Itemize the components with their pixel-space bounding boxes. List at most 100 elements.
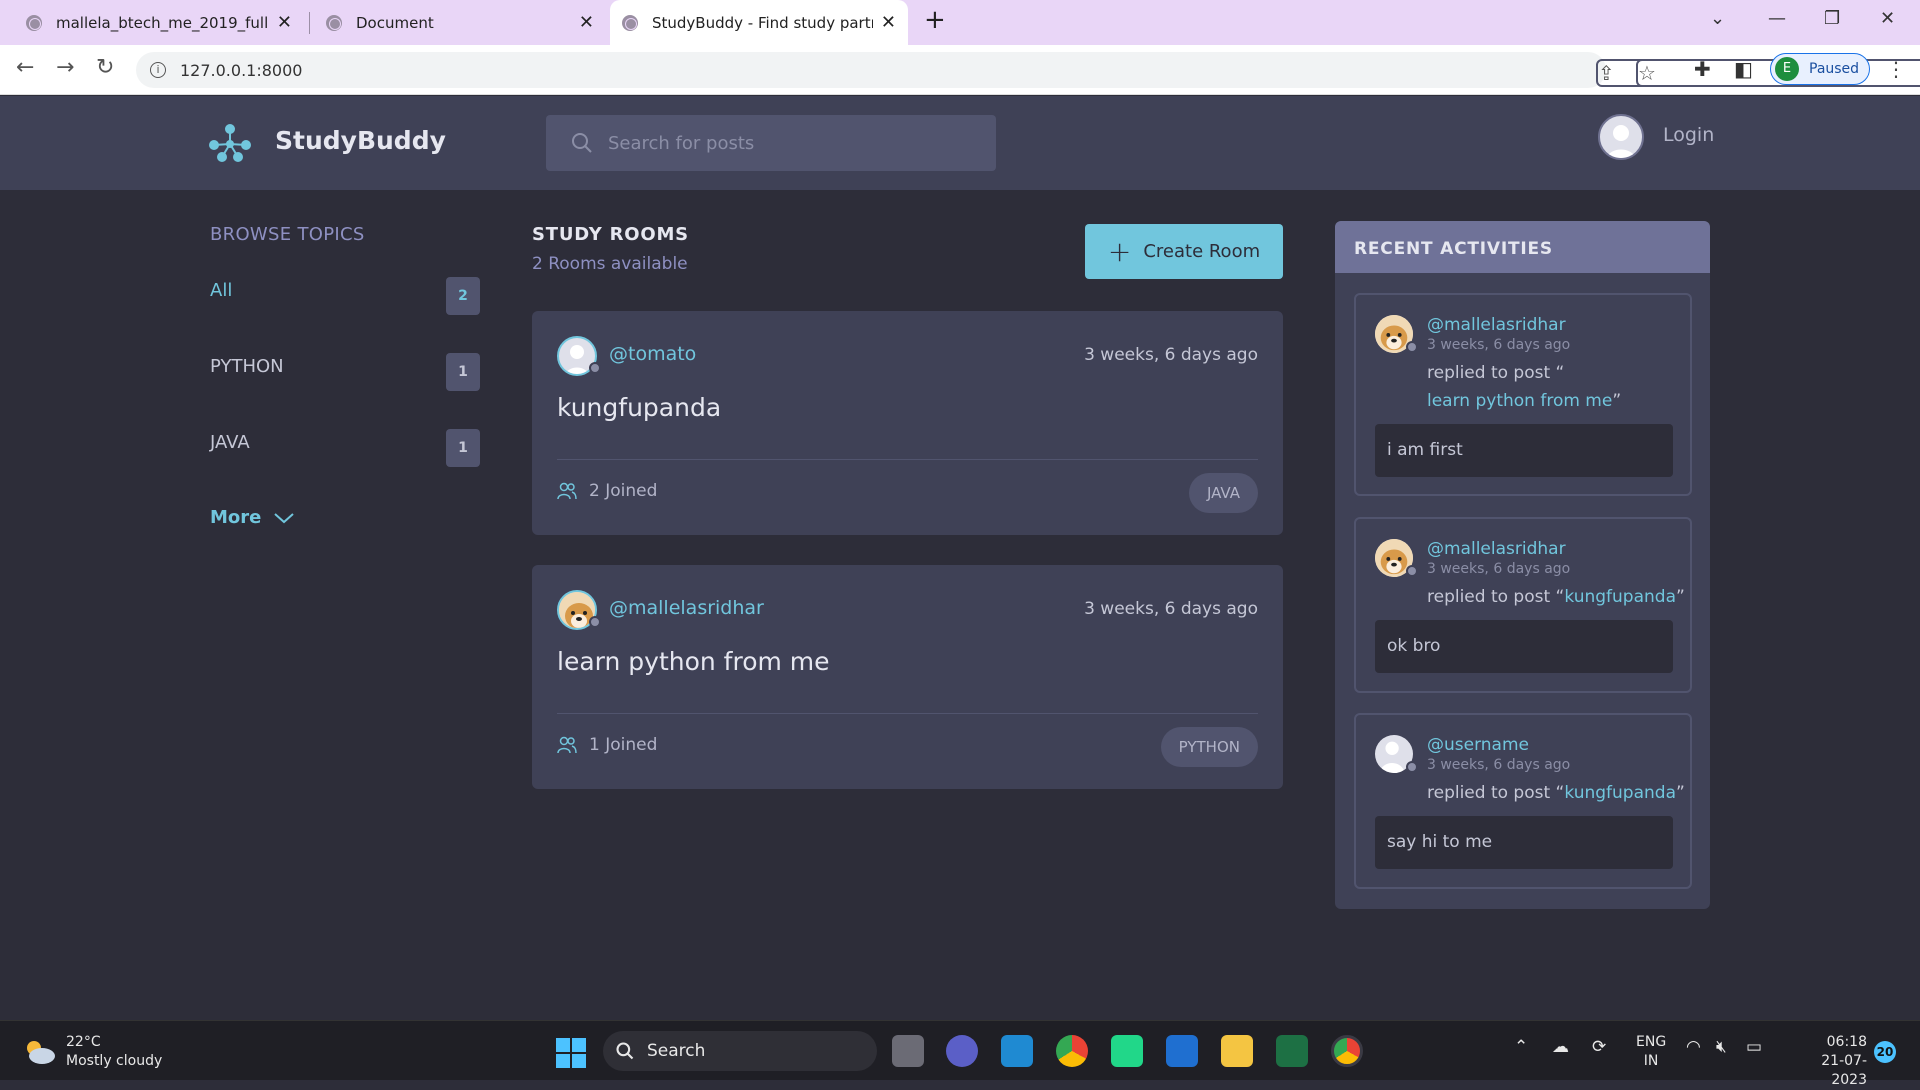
activity-post-link[interactable]: learn python from me <box>1427 391 1612 411</box>
room-host[interactable]: @tomato <box>609 343 696 365</box>
new-tab-button[interactable]: + <box>924 5 946 35</box>
weather-condition: Mostly cloudy <box>66 1053 163 1069</box>
room-topic-tag[interactable]: JAVA <box>1188 473 1258 513</box>
profile-status: Paused <box>1809 61 1860 77</box>
chrome-profile-icon[interactable] <box>1331 1035 1363 1067</box>
activity-item: @mallelasridhar 3 weeks, 6 days ago repl… <box>1354 517 1692 693</box>
room-time: 3 weeks, 6 days ago <box>1084 599 1258 619</box>
room-name[interactable]: learn python from me <box>557 647 830 676</box>
weather-widget[interactable]: 22°C Mostly cloudy <box>22 1033 162 1071</box>
side-panel-icon[interactable]: ◧ <box>1734 57 1753 81</box>
activity-suffix: ” <box>1612 391 1622 411</box>
globe-icon <box>26 14 42 31</box>
studybuddy-logo-icon[interactable] <box>208 123 252 163</box>
battery-icon[interactable]: ▭ <box>1746 1037 1762 1057</box>
tab-title: mallela_btech_me_2019_fullstack <box>56 13 269 32</box>
cloudy-weather-icon <box>27 1041 55 1064</box>
brand-name[interactable]: StudyBuddy <box>275 126 446 155</box>
activity-item: @username 3 weeks, 6 days ago replied to… <box>1354 713 1692 889</box>
activity-post-link[interactable]: kungfupanda <box>1564 587 1676 607</box>
status-dot <box>1406 341 1418 353</box>
tab-search-chevron-icon[interactable]: ⌄ <box>1710 8 1725 29</box>
topic-item-java[interactable]: JAVA 1 <box>210 426 480 467</box>
topic-label: All <box>210 280 233 301</box>
teams-chat-icon[interactable] <box>946 1035 978 1067</box>
activity-prefix: replied to post “ <box>1427 783 1565 803</box>
tray-chevron-up-icon[interactable]: ⌃ <box>1514 1037 1528 1057</box>
browser-toolbar: ← → ↻ i 127.0.0.1:8000 ⇪ ☆ ✚ ◧ E Paused … <box>0 45 1920 95</box>
mysql-workbench-icon[interactable] <box>1166 1035 1198 1067</box>
activity-user[interactable]: @mallelasridhar <box>1427 315 1566 335</box>
room-name[interactable]: kungfupanda <box>557 393 721 422</box>
browse-topics-title: BROWSE TOPICS <box>210 224 365 245</box>
topic-label: PYTHON <box>210 356 284 377</box>
activity-message: ok bro <box>1375 620 1673 673</box>
close-tab-icon[interactable]: ✕ <box>881 12 896 33</box>
language-indicator[interactable]: ENG IN <box>1636 1033 1666 1071</box>
activity-time: 3 weeks, 6 days ago <box>1427 561 1571 577</box>
activity-user[interactable]: @username <box>1427 735 1529 755</box>
sync-icon[interactable]: ⟳ <box>1592 1037 1606 1057</box>
menu-kebab-icon[interactable]: ⋮ <box>1886 57 1906 81</box>
topic-label: JAVA <box>210 432 250 453</box>
avatar[interactable] <box>1598 114 1644 160</box>
room-time: 3 weeks, 6 days ago <box>1084 345 1258 365</box>
wifi-icon[interactable]: ◠ <box>1686 1037 1701 1057</box>
more-topics-button[interactable]: More <box>210 507 295 528</box>
notification-badge[interactable]: 20 <box>1874 1041 1896 1063</box>
activity-prefix: replied to post “ <box>1427 363 1565 383</box>
extensions-icon[interactable]: ✚ <box>1694 57 1711 81</box>
onedrive-icon[interactable]: ☁ <box>1552 1037 1569 1057</box>
tab-title: StudyBuddy - Find study partners <box>652 13 873 32</box>
taskbar: 22°C Mostly cloudy Search ⌃ ☁ ⟳ ENG IN ◠… <box>0 1020 1920 1088</box>
forward-icon[interactable]: → <box>56 55 74 80</box>
url-text: 127.0.0.1:8000 <box>180 60 303 80</box>
reload-icon[interactable]: ↻ <box>96 55 114 80</box>
excel-icon[interactable] <box>1276 1035 1308 1067</box>
create-room-button[interactable]: + Create Room <box>1085 224 1283 279</box>
minimize-icon[interactable]: — <box>1768 8 1786 29</box>
divider <box>557 713 1258 714</box>
profile-button[interactable]: E Paused <box>1770 53 1870 85</box>
topic-item-all[interactable]: All 2 <box>210 274 480 315</box>
room-host[interactable]: @mallelasridhar <box>609 597 764 619</box>
search-input[interactable]: Search for posts <box>546 115 996 171</box>
topic-count-badge: 2 <box>446 277 480 315</box>
close-tab-icon[interactable]: ✕ <box>579 12 594 33</box>
close-tab-icon[interactable]: ✕ <box>277 12 292 33</box>
activity-post-link[interactable]: kungfupanda <box>1564 783 1676 803</box>
activity-user[interactable]: @mallelasridhar <box>1427 539 1566 559</box>
browser-tab[interactable]: mallela_btech_me_2019_fullstack ✕ <box>14 0 304 45</box>
address-bar[interactable]: i 127.0.0.1:8000 ⇪ ☆ <box>136 52 1920 88</box>
info-icon[interactable]: i <box>150 62 166 78</box>
globe-icon <box>622 14 638 31</box>
room-joined: 2 Joined <box>557 481 657 501</box>
room-card: @tomato 3 weeks, 6 days ago kungfupanda … <box>532 311 1283 535</box>
browser-tab-active[interactable]: StudyBuddy - Find study partners ✕ <box>610 0 908 45</box>
vscode-icon[interactable] <box>1001 1035 1033 1067</box>
browser-tab[interactable]: Document ✕ <box>314 0 606 45</box>
close-window-icon[interactable]: ✕ <box>1880 8 1895 29</box>
activity-item: @mallelasridhar 3 weeks, 6 days ago repl… <box>1354 293 1692 496</box>
back-icon[interactable]: ← <box>16 55 34 80</box>
activity-time: 3 weeks, 6 days ago <box>1427 337 1571 353</box>
rooms-count: 2 Rooms available <box>532 254 688 274</box>
status-dot <box>1406 761 1418 773</box>
restore-icon[interactable]: ❐ <box>1824 8 1840 29</box>
room-card: @mallelasridhar 3 weeks, 6 days ago lear… <box>532 565 1283 789</box>
pycharm-icon[interactable] <box>1111 1035 1143 1067</box>
status-dot <box>589 616 601 628</box>
windows-start-icon[interactable] <box>556 1038 586 1068</box>
login-link[interactable]: Login <box>1663 124 1714 146</box>
topic-item-python[interactable]: PYTHON 1 <box>210 350 480 391</box>
clock[interactable]: 06:18 21-07-2023 <box>1787 1033 1867 1090</box>
activity-message: say hi to me <box>1375 816 1673 869</box>
task-view-icon[interactable] <box>892 1035 924 1067</box>
taskbar-search[interactable]: Search <box>603 1031 877 1071</box>
speaker-muted-icon[interactable]: 🔇︎ <box>1716 1037 1727 1057</box>
search-icon <box>616 1042 634 1060</box>
status-dot <box>589 362 601 374</box>
chrome-icon[interactable] <box>1056 1035 1088 1067</box>
file-explorer-icon[interactable] <box>1221 1035 1253 1067</box>
room-topic-tag[interactable]: PYTHON <box>1160 727 1258 767</box>
